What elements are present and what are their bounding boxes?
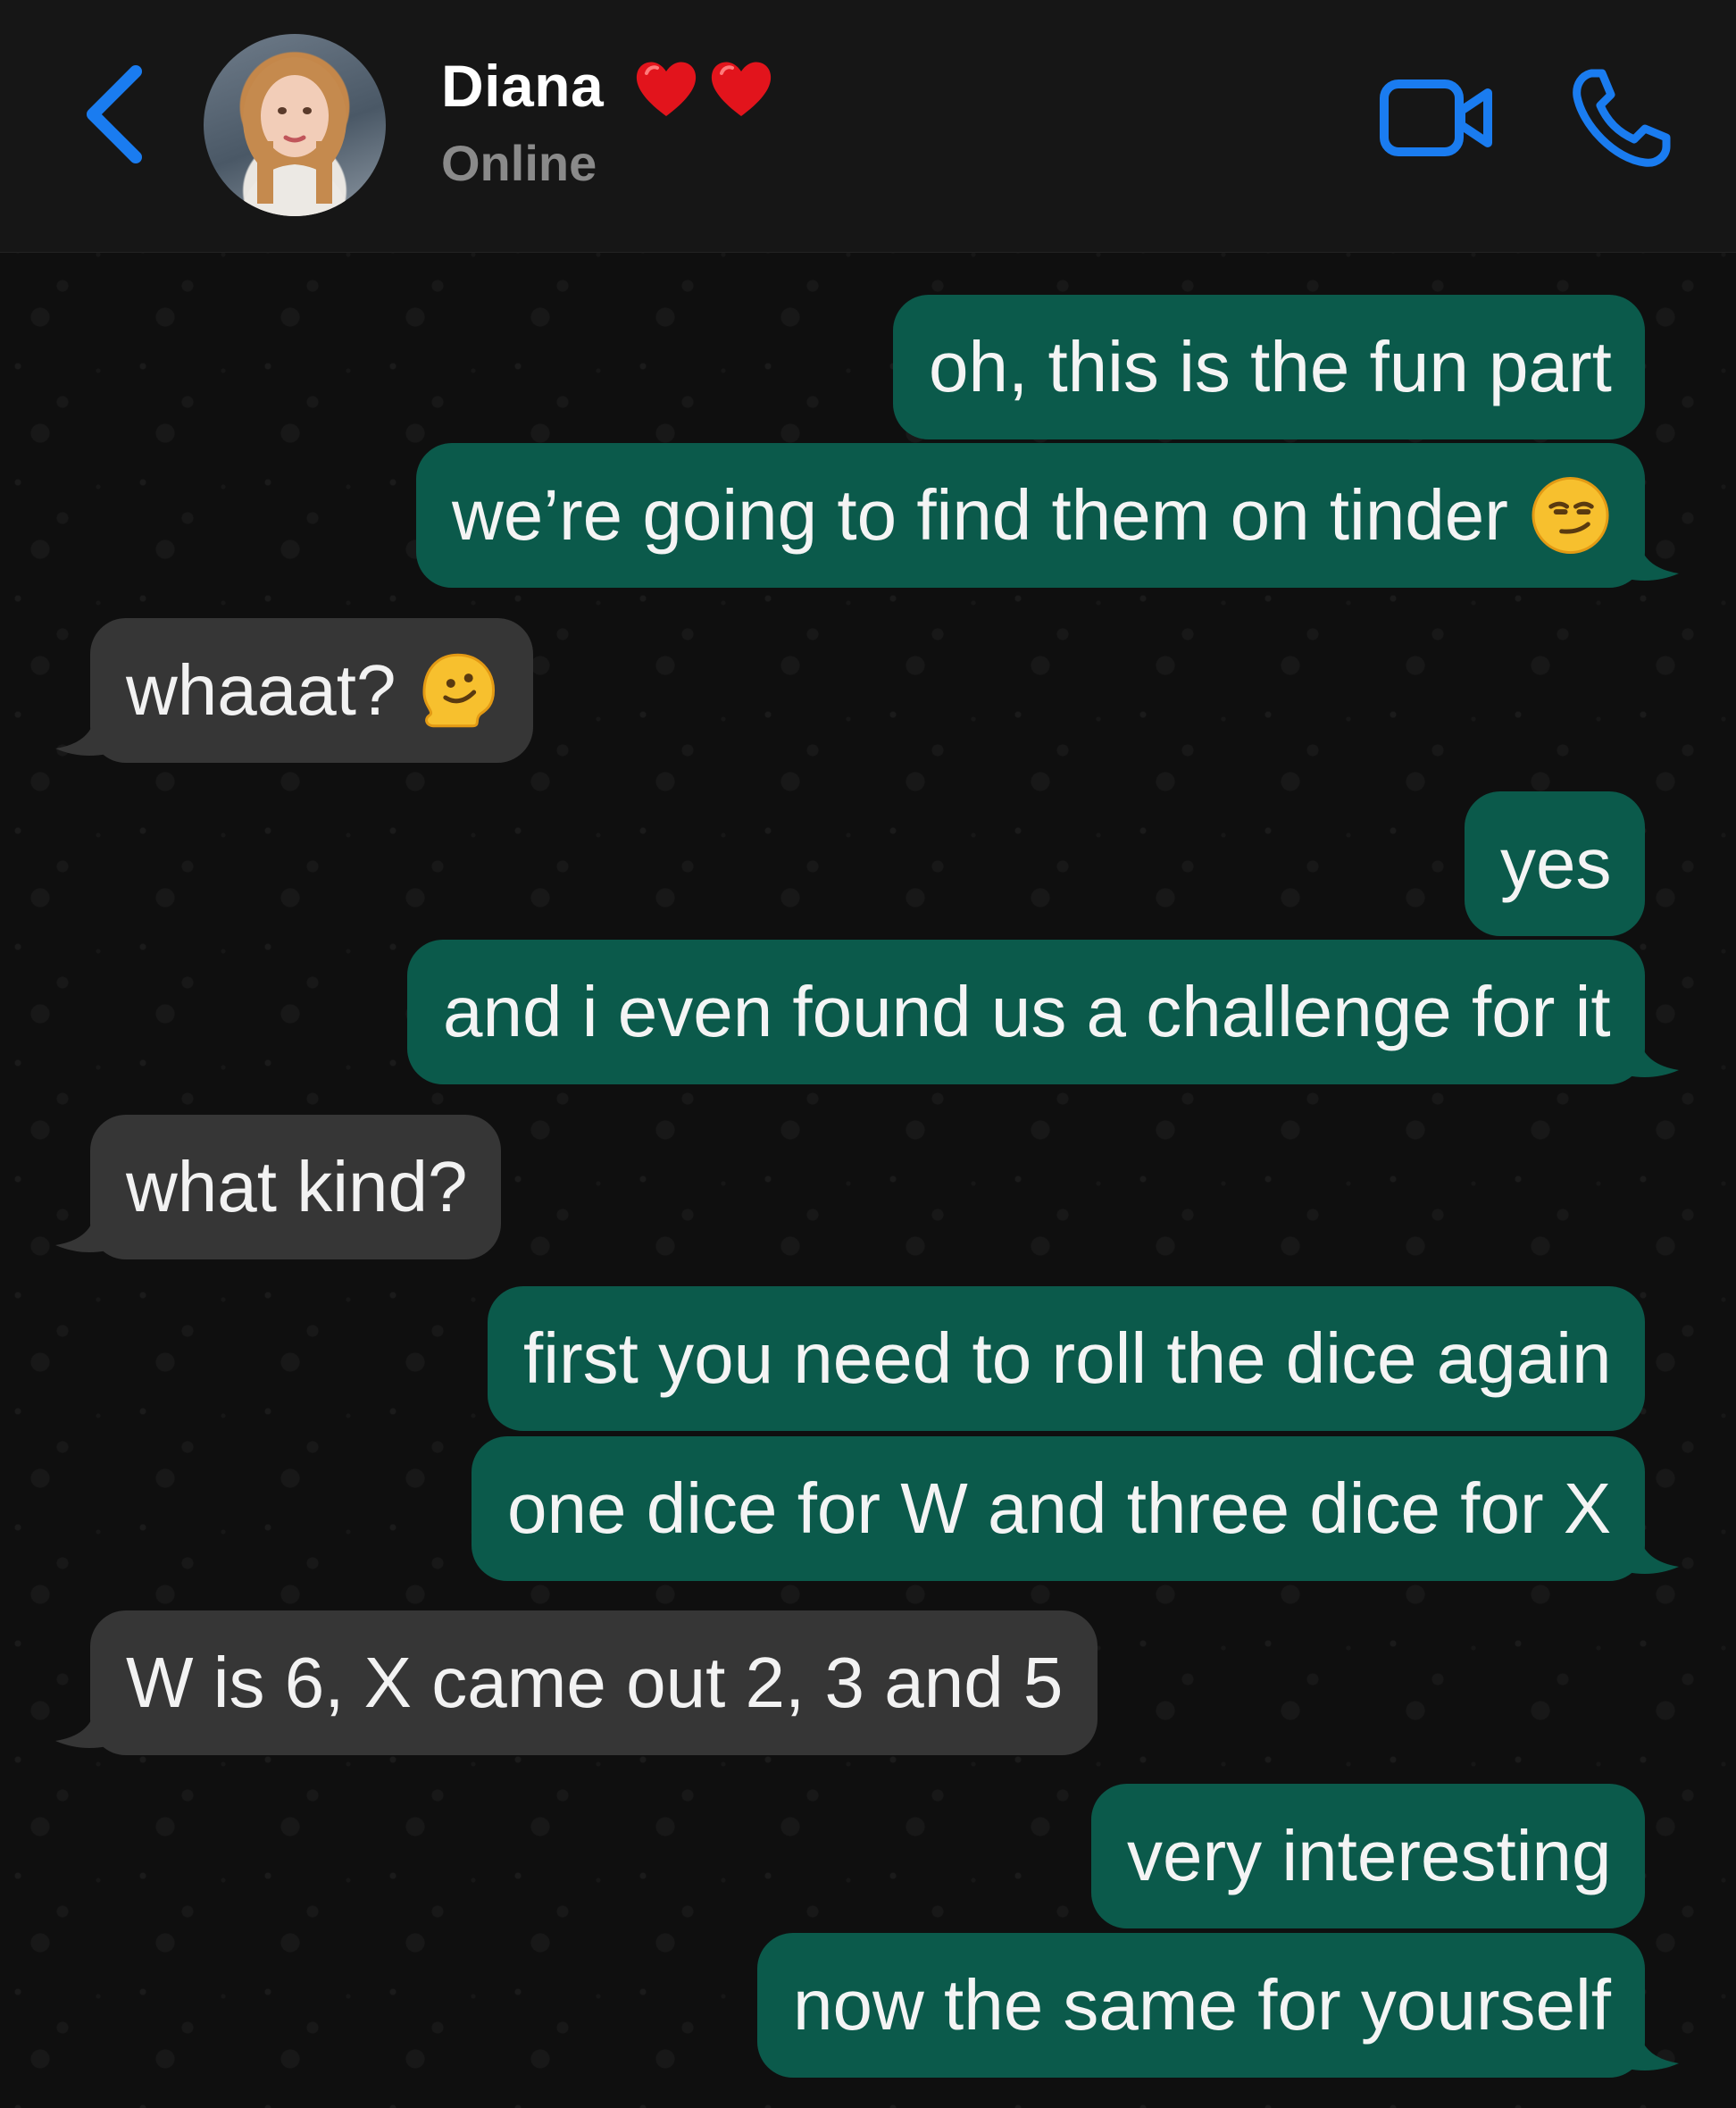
melting-face-emoji: [422, 653, 496, 728]
back-chevron-icon[interactable]: [77, 61, 157, 168]
contact-name-hearts: [630, 52, 777, 125]
message-text: what kind?: [126, 1147, 468, 1226]
incoming-message[interactable]: what kind?: [90, 1115, 501, 1259]
message-text: now the same for yourself: [793, 1965, 1611, 2045]
contact-name[interactable]: Diana: [441, 52, 604, 120]
message-list[interactable]: oh, this is the fun part we’re going to …: [0, 253, 1736, 2108]
chat-screen: Diana Online oh, this is the fun part we…: [0, 0, 1736, 2108]
bubble-tail: [1627, 1040, 1679, 1077]
incoming-message[interactable]: whaaat?: [90, 618, 533, 763]
message-text: one dice for W and three dice for X: [507, 1468, 1612, 1548]
contact-status: Online: [441, 135, 597, 191]
heart-icon: [711, 62, 772, 116]
outgoing-message[interactable]: we’re going to find them on tinder: [416, 443, 1645, 588]
video-call-icon[interactable]: [1379, 75, 1495, 161]
message-text: W is 6, X came out 2, 3 and 5: [126, 1643, 1064, 1722]
smirking-face-emoji: [1532, 476, 1609, 555]
bubble-tail: [55, 1215, 107, 1252]
message-text: first you need to roll the dice again: [523, 1318, 1612, 1398]
message-text: whaaat?: [126, 650, 396, 730]
outgoing-message[interactable]: oh, this is the fun part: [893, 295, 1645, 439]
message-text: and i even found us a challenge for it: [443, 972, 1611, 1051]
phone-icon[interactable]: [1570, 66, 1673, 170]
heart-icon: [636, 62, 697, 116]
outgoing-message[interactable]: one dice for W and three dice for X: [472, 1436, 1645, 1581]
incoming-message[interactable]: W is 6, X came out 2, 3 and 5: [90, 1610, 1098, 1755]
message-text: very interesting: [1127, 1816, 1612, 1895]
bubble-tail: [55, 1711, 107, 1748]
bubble-tail: [1627, 543, 1679, 581]
message-text: yes: [1500, 824, 1612, 903]
message-text: we’re going to find them on tinder: [452, 475, 1508, 555]
bubble-tail: [1627, 2033, 1679, 2070]
outgoing-message[interactable]: now the same for yourself: [757, 1933, 1645, 2078]
outgoing-message[interactable]: and i even found us a challenge for it: [407, 940, 1645, 1084]
bubble-tail: [1627, 1536, 1679, 1574]
outgoing-message[interactable]: first you need to roll the dice again: [488, 1286, 1645, 1431]
chat-header: Diana Online: [0, 0, 1736, 253]
message-text: oh, this is the fun part: [929, 327, 1612, 406]
outgoing-message[interactable]: yes: [1465, 791, 1645, 936]
bubble-tail: [55, 718, 107, 756]
outgoing-message[interactable]: very interesting: [1091, 1784, 1645, 1928]
avatar[interactable]: [204, 34, 386, 216]
